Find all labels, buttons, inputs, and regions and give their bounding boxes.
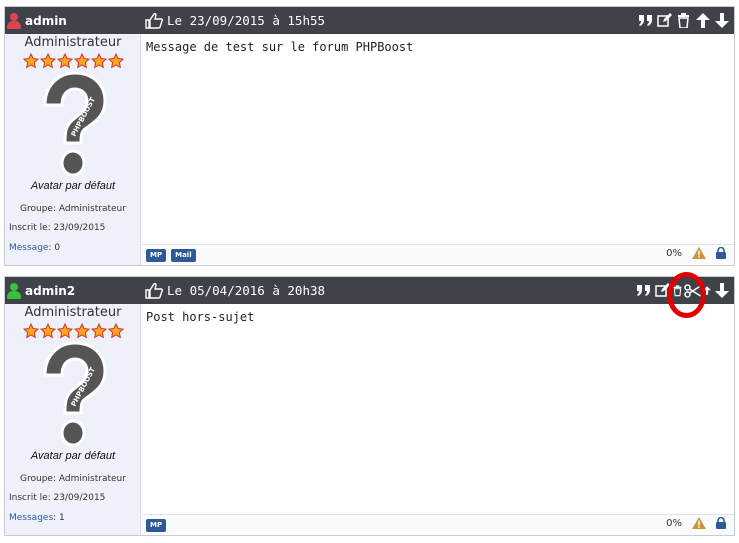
rank-stars [23, 323, 124, 339]
edit-icon[interactable] [654, 282, 671, 299]
star-icon [23, 53, 39, 69]
post-date-text: Le 23/09/2015 à 15h55 [167, 13, 326, 28]
author-joined: Inscrit le: 23/09/2015 [9, 223, 106, 233]
post-actions [635, 277, 730, 304]
post-header: admin2 Le 05/04/2016 à 20h38 [5, 277, 734, 304]
star-icon [40, 53, 56, 69]
user-icon [7, 282, 21, 299]
arrow-down-icon[interactable] [713, 282, 730, 299]
post-footer-right: 0% [666, 517, 726, 529]
post-footer: MP Mail 0% [142, 244, 734, 265]
default-avatar: PHPBOOST [43, 71, 107, 177]
star-icon [23, 323, 39, 339]
author-messages: Message: 0 [9, 243, 60, 253]
author-group: Groupe: Administrateur [20, 204, 126, 214]
star-icon [91, 53, 107, 69]
trash-icon[interactable] [673, 282, 682, 299]
star-icon [57, 53, 73, 69]
warning-percent: 0% [666, 517, 682, 529]
warning-percent: 0% [666, 247, 682, 259]
mail-button[interactable]: Mail [171, 249, 196, 262]
mp-button[interactable]: MP [146, 249, 167, 262]
star-icon [74, 53, 90, 69]
messages-link[interactable]: Message [9, 243, 48, 253]
avatar-caption: Avatar par défaut [30, 180, 116, 192]
default-avatar: PHPBOOST [43, 341, 107, 447]
messages-count: : 0 [48, 243, 61, 253]
author-name[interactable]: admin2 [25, 284, 75, 298]
quote-icon[interactable] [635, 282, 652, 299]
author-group: Groupe: Administrateur [20, 474, 126, 484]
post-date[interactable]: Le 05/04/2016 à 20h38 [145, 277, 325, 304]
star-icon [91, 323, 107, 339]
pointing-hand-icon [145, 12, 163, 29]
quote-icon[interactable] [637, 12, 654, 29]
messages-count: : 1 [53, 513, 65, 523]
post-author[interactable]: admin [7, 7, 67, 34]
lock-icon[interactable] [716, 517, 726, 529]
messages-link[interactable]: Messages [9, 513, 53, 523]
author-sidebar: Administrateur PHPBOOST Avatar par défau… [5, 304, 141, 535]
mp-button[interactable]: MP [146, 519, 167, 532]
forum-post: admin2 Le 05/04/2016 à 20h38 Administrat… [4, 276, 735, 536]
post-content: Post hors-sujet [146, 310, 255, 324]
author-messages: Messages: 1 [9, 513, 65, 523]
star-icon [57, 323, 73, 339]
arrow-up-icon[interactable] [694, 12, 711, 29]
rank-stars [23, 53, 124, 69]
edit-icon[interactable] [656, 12, 673, 29]
author-sidebar: Administrateur PHPBOOST Avatar par défau… [5, 34, 141, 265]
post-date-text: Le 05/04/2016 à 20h38 [167, 283, 326, 298]
arrow-down-icon[interactable] [713, 12, 730, 29]
star-icon [40, 323, 56, 339]
forum-post: admin Le 23/09/2015 à 15h55 Administrate… [4, 6, 735, 266]
lock-icon[interactable] [716, 247, 726, 259]
post-header: admin Le 23/09/2015 à 15h55 [5, 7, 734, 34]
author-joined: Inscrit le: 23/09/2015 [9, 493, 106, 503]
scissors-icon[interactable] [684, 282, 701, 299]
warning-icon[interactable] [692, 247, 706, 259]
author-rank: Administrateur [24, 305, 122, 320]
post-date[interactable]: Le 23/09/2015 à 15h55 [145, 7, 325, 34]
trash-icon[interactable] [675, 12, 692, 29]
post-actions [637, 7, 730, 34]
post-footer-right: 0% [666, 247, 726, 259]
user-icon [7, 12, 21, 29]
pointing-hand-icon [145, 282, 163, 299]
author-name[interactable]: admin [25, 14, 67, 28]
warning-icon[interactable] [692, 517, 706, 529]
star-icon [108, 53, 124, 69]
contact-badges: MP Mail [146, 249, 196, 262]
arrow-up-icon[interactable] [703, 282, 711, 299]
star-icon [108, 323, 124, 339]
post-author[interactable]: admin2 [7, 277, 75, 304]
post-footer: MP 0% [142, 514, 734, 535]
star-icon [74, 323, 90, 339]
avatar-caption: Avatar par défaut [30, 450, 116, 462]
post-content: Message de test sur le forum PHPBoost [146, 40, 414, 54]
author-rank: Administrateur [24, 35, 122, 50]
contact-badges: MP [146, 519, 167, 532]
